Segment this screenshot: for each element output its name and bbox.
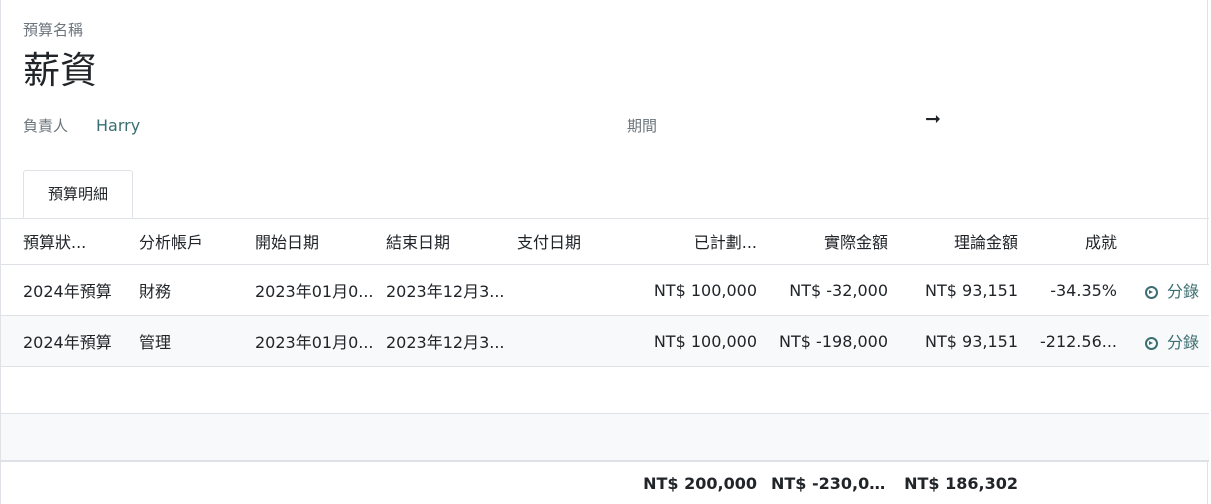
table-row[interactable]: 2024年預算 管理 2023年01月0... 2023年12月3... NT$… [1,315,1209,367]
cell-budget-position[interactable]: 2024年預算 [1,315,129,367]
cell-paid-date[interactable] [507,264,635,316]
arrow-circle-right-icon [1145,286,1158,299]
notebook-tabs: 預算明細 [1,170,1209,219]
total-planned: NT$ 200,000 [635,460,771,504]
budget-name-label: 預算名稱 [23,21,84,39]
responsible-user-link[interactable]: Harry [96,116,140,135]
cell-planned[interactable]: NT$ 100,000 [635,315,771,367]
cell-planned[interactable]: NT$ 100,000 [635,264,771,316]
cell-analytic-account[interactable]: 管理 [129,315,245,367]
arrow-right-icon: ➞ [925,108,941,130]
cell-theoretical: NT$ 93,151 [902,315,1032,367]
cell-actual: NT$ -198,000 [771,315,902,367]
table-row[interactable]: 2024年預算 財務 2023年01月0... 2023年12月3... NT$… [1,264,1209,316]
entries-button-label: 分錄 [1167,282,1200,301]
arrow-circle-right-icon [1145,337,1158,350]
cell-achievement: -212.56... [1032,315,1131,367]
column-header-start-date[interactable]: 開始日期 [245,218,376,265]
budget-name-title[interactable]: 薪資 [23,40,97,94]
cell-end-date[interactable]: 2023年12月3... [376,264,507,316]
empty-row [1,366,1209,414]
cell-end-date[interactable]: 2023年12月3... [376,315,507,367]
cell-analytic-account[interactable]: 財務 [129,264,245,316]
cell-start-date[interactable]: 2023年01月0... [245,315,376,367]
column-header-actions [1131,218,1209,265]
budget-lines-table: 預算狀... 分析帳戶 開始日期 結束日期 支付日期 已計劃... 實際金額 理… [1,218,1209,504]
budget-form-sheet: 預算名稱 薪資 負責人 Harry 期間 ➞ 預算明細 預算狀... 分析帳戶 … [0,0,1209,504]
cell-paid-date[interactable] [507,315,635,367]
period-label: 期間 [627,117,658,135]
cell-achievement: -34.35% [1032,264,1131,316]
column-header-planned[interactable]: 已計劃... [635,218,771,265]
empty-row [1,413,1209,462]
totals-row: NT$ 200,000 NT$ -230,000 NT$ 186,302 [1,460,1209,504]
total-actual: NT$ -230,000 [771,460,902,504]
column-header-achievement[interactable]: 成就 [1032,218,1131,265]
entries-button[interactable]: 分錄 [1131,264,1209,316]
total-theoretical: NT$ 186,302 [902,460,1032,504]
column-header-analytic-account[interactable]: 分析帳戶 [129,218,245,265]
column-header-end-date[interactable]: 結束日期 [376,218,507,265]
cell-start-date[interactable]: 2023年01月0... [245,264,376,316]
entries-button-label: 分錄 [1167,333,1200,352]
column-header-paid-date[interactable]: 支付日期 [507,218,635,265]
cell-actual: NT$ -32,000 [771,264,902,316]
tab-budget-lines[interactable]: 預算明細 [23,170,133,218]
responsible-label: 負責人 [23,117,69,135]
cell-theoretical: NT$ 93,151 [902,264,1032,316]
column-header-budget-position[interactable]: 預算狀... [1,218,129,265]
column-header-theoretical[interactable]: 理論金額 [902,218,1032,265]
table-header-row: 預算狀... 分析帳戶 開始日期 結束日期 支付日期 已計劃... 實際金額 理… [1,218,1209,265]
column-header-actual[interactable]: 實際金額 [771,218,902,265]
cell-budget-position[interactable]: 2024年預算 [1,264,129,316]
entries-button[interactable]: 分錄 [1131,315,1209,367]
